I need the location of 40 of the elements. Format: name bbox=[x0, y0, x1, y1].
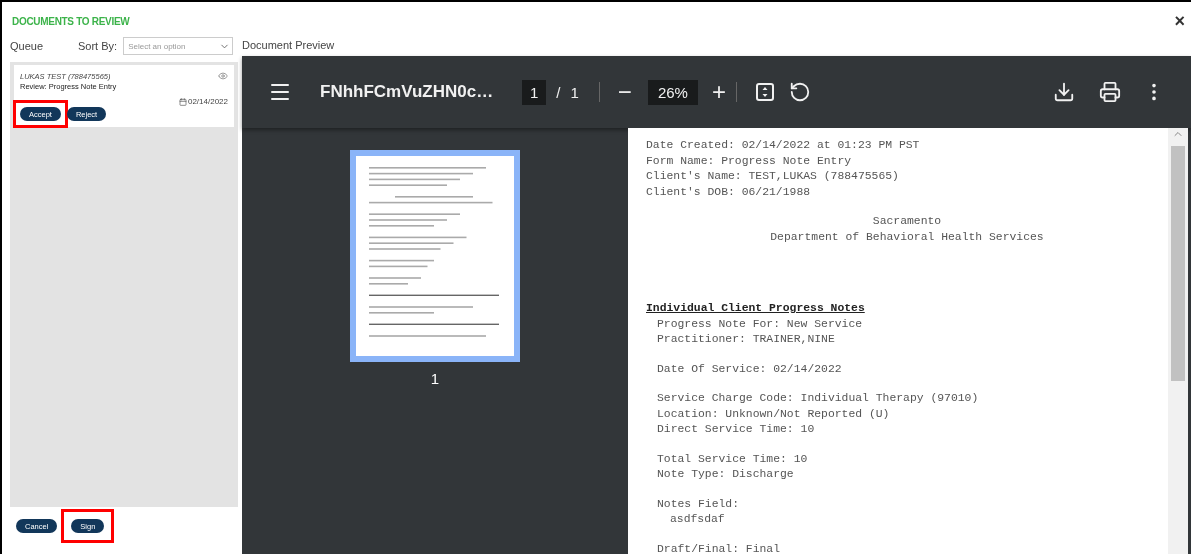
document-line: Service Charge Code: Individual Therapy (97010) bbox=[657, 391, 980, 406]
document-date: 02/14/2022 bbox=[187, 97, 228, 106]
document-line: Total Service Time: 10 bbox=[657, 451, 809, 467]
document-line: Client's Name: TEST,LUKAS (788475565) bbox=[646, 169, 900, 184]
document-line: Form Name: Progress Note Entry bbox=[646, 153, 853, 169]
document-line: Location: Unknown/Not Reported (U) bbox=[657, 406, 891, 422]
download-icon[interactable] bbox=[1053, 81, 1075, 103]
document-line: Date Of Service: 02/14/2022 bbox=[657, 361, 843, 377]
document-line: Department of Behavioral Health Services bbox=[770, 229, 1044, 245]
page-separator: / bbox=[556, 83, 561, 101]
fit-page-icon[interactable] bbox=[754, 82, 775, 102]
zoom-out-button[interactable]: − bbox=[617, 80, 632, 104]
document-line: Practitioner: TRAINER,NINE bbox=[657, 332, 836, 347]
print-icon[interactable] bbox=[1099, 81, 1121, 103]
zoom-in-button[interactable]: + bbox=[711, 80, 726, 104]
document-line: Date Created: 02/14/2022 at 01:23 PM PST bbox=[646, 138, 921, 153]
calendar-icon bbox=[178, 97, 187, 106]
document-line: Notes Field: bbox=[657, 496, 741, 512]
document-line: Progress Note For: New Service bbox=[657, 316, 864, 332]
page-thumbnail[interactable] bbox=[350, 150, 520, 362]
document-line: Note Type: Discharge bbox=[657, 467, 795, 482]
page-number-field[interactable]: 1 bbox=[522, 79, 547, 105]
document-line: Client's DOB: 06/21/1988 bbox=[646, 184, 812, 200]
rotate-icon[interactable] bbox=[788, 81, 811, 103]
document-heading: Individual Client Progress Notes bbox=[646, 301, 866, 316]
file-name: FNhhFCmVuZHN0c… bbox=[320, 82, 495, 102]
dialog-title: DOCUMENTS TO REVIEW bbox=[12, 15, 130, 27]
preview-label: Document Preview bbox=[242, 38, 336, 53]
document-line: Sacramento bbox=[872, 214, 942, 229]
document-line: Draft/Final: Final bbox=[657, 541, 782, 554]
sort-label: Sort By: bbox=[78, 40, 118, 52]
close-button[interactable]: × bbox=[1174, 12, 1185, 30]
scrollbar[interactable] bbox=[1168, 128, 1188, 554]
thumbnail-number: 1 bbox=[430, 370, 440, 387]
page-total: 1 bbox=[570, 83, 579, 101]
zoom-field[interactable]: 26% bbox=[647, 79, 698, 105]
document-line: Direct Service Time: 10 bbox=[657, 422, 816, 437]
queue-label: Queue bbox=[10, 40, 45, 52]
document-line: asdfsdaf bbox=[670, 512, 726, 527]
eye-icon[interactable] bbox=[218, 71, 228, 81]
